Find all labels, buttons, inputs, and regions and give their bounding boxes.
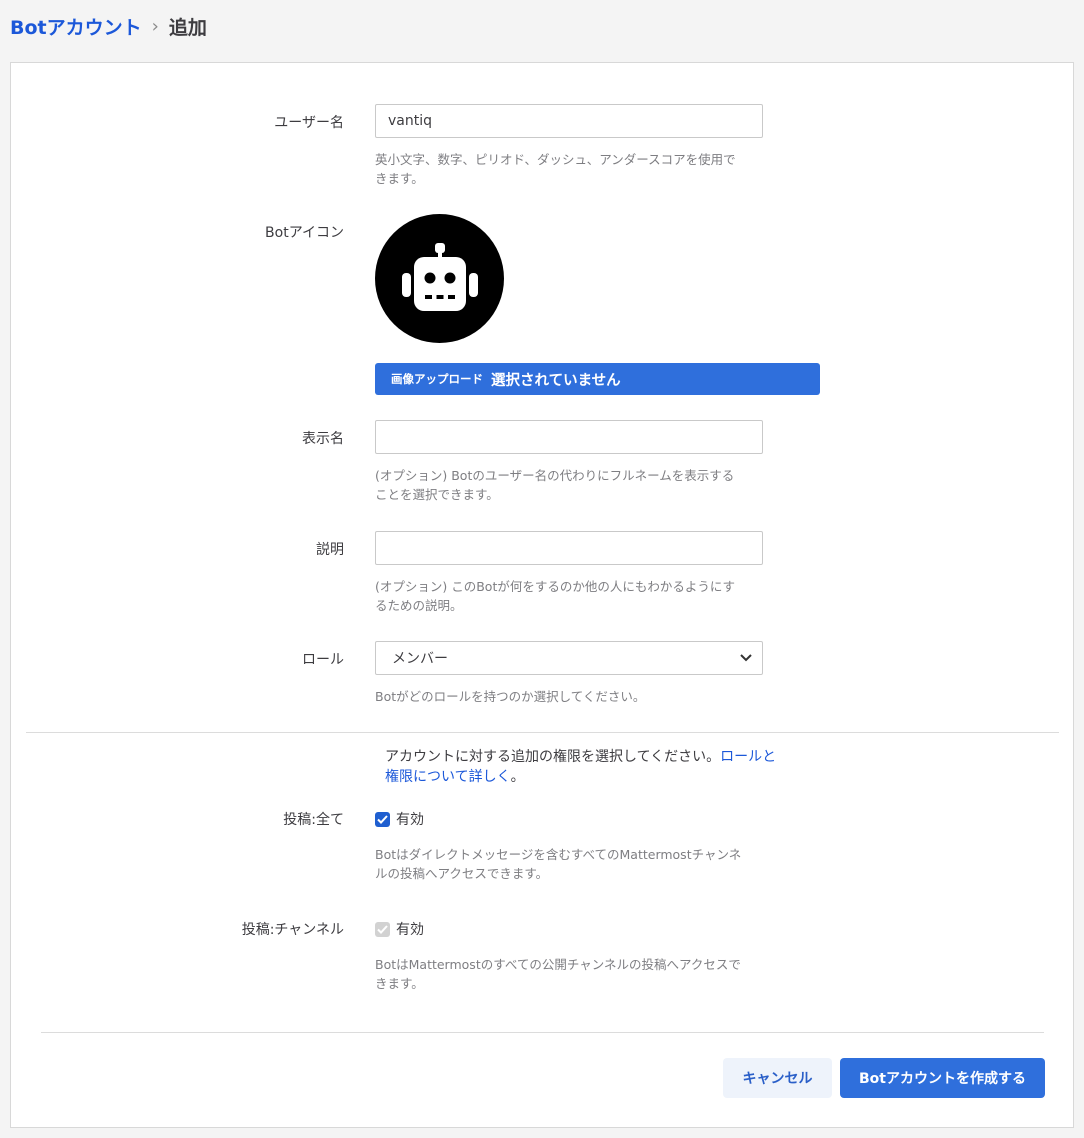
post-channels-checkbox-row: 有効 xyxy=(375,919,767,939)
display-name-help-line1: (オプション) Botのユーザー名の代わりにフルネームを表示する xyxy=(375,468,735,483)
post-channels-checkbox xyxy=(375,921,390,937)
footer-divider xyxy=(41,1032,1044,1033)
display-name-group: (オプション) Botのユーザー名の代わりにフルネームを表示する ことを選択でき… xyxy=(375,420,767,504)
page-title: 追加 xyxy=(168,16,207,39)
post-channels-help-line2: きます。 xyxy=(375,976,424,991)
post-all-checkbox[interactable] xyxy=(375,811,390,827)
display-name-help: (オプション) Botのユーザー名の代わりにフルネームを表示する ことを選択でき… xyxy=(375,466,767,504)
post-channels-help-line1: BotはMattermostのすべての公開チャンネルの投稿へアクセスで xyxy=(375,957,741,972)
role-group: メンバー Botがどのロールを持つのか選択してください。 xyxy=(375,641,767,706)
post-all-help-line1: Botはダイレクトメッセージを含むすべてのMattermostチャンネ xyxy=(375,847,742,862)
post-channels-group: 有効 BotはMattermostのすべての公開チャンネルの投稿へアクセスで き… xyxy=(375,919,767,993)
permissions-intro: アカウントに対する追加の権限を選択してください。ロールと 権限について詳しく。 xyxy=(385,747,785,787)
bot-icon-label: Botアイコン xyxy=(265,225,344,241)
robot-icon xyxy=(401,242,478,311)
description-label: 説明 xyxy=(316,542,344,558)
post-all-checkbox-label: 有効 xyxy=(396,812,424,828)
description-help: (オプション) このBotが何をするのか他の人にもわかるようにす るための説明。 xyxy=(375,577,767,615)
role-label: ロール xyxy=(302,652,344,668)
permissions-intro-text: アカウントに対する追加の権限を選択してください。 xyxy=(385,749,721,765)
username-help-line1: 英小文字、数字、ピリオド、ダッシュ、アンダースコアを使用で xyxy=(375,152,736,167)
section-divider xyxy=(26,732,1059,733)
bot-avatar xyxy=(375,214,504,343)
check-icon xyxy=(377,814,388,824)
role-selected-value: メンバー xyxy=(392,651,448,667)
post-all-group: 有効 Botはダイレクトメッセージを含むすべてのMattermostチャンネ ル… xyxy=(375,809,767,883)
post-all-help: Botはダイレクトメッセージを含むすべてのMattermostチャンネ ルの投稿… xyxy=(375,845,767,883)
permissions-intro-end: 。 xyxy=(510,769,525,785)
username-help-line2: きます。 xyxy=(375,171,424,186)
upload-status: 選択されていません xyxy=(491,372,621,389)
username-field-group: vantiq 英小文字、数字、ピリオド、ダッシュ、アンダースコアを使用で きます… xyxy=(375,104,767,188)
post-all-label: 投稿:全て xyxy=(283,812,344,828)
description-help-line2: るための説明。 xyxy=(375,598,463,613)
roles-link-part1[interactable]: ロールと xyxy=(720,749,776,765)
description-input[interactable] xyxy=(375,531,763,565)
cancel-button[interactable]: キャンセル xyxy=(723,1058,832,1098)
breadcrumb: Botアカウント › 追加 xyxy=(10,12,207,40)
post-channels-help: BotはMattermostのすべての公開チャンネルの投稿へアクセスで きます。 xyxy=(375,955,767,993)
upload-image-label: 画像アップロード xyxy=(391,372,483,386)
post-all-checkbox-row[interactable]: 有効 xyxy=(375,809,767,829)
display-name-input[interactable] xyxy=(375,420,763,454)
username-help: 英小文字、数字、ピリオド、ダッシュ、アンダースコアを使用で きます。 xyxy=(375,150,767,188)
description-group: (オプション) このBotが何をするのか他の人にもわかるようにす るための説明。 xyxy=(375,531,767,615)
role-select[interactable]: メンバー xyxy=(375,641,763,675)
bot-icon-group: 画像アップロード 選択されていません xyxy=(375,214,820,395)
display-name-label: 表示名 xyxy=(302,431,344,447)
check-icon xyxy=(377,924,388,934)
display-name-help-line2: ことを選択できます。 xyxy=(375,487,499,502)
chevron-down-icon xyxy=(740,654,752,662)
post-channels-label: 投稿:チャンネル xyxy=(241,922,344,938)
chevron-right-icon: › xyxy=(151,15,159,37)
post-channels-checkbox-label: 有効 xyxy=(396,922,424,938)
role-help: Botがどのロールを持つのか選択してください。 xyxy=(375,689,646,704)
username-label: ユーザー名 xyxy=(274,115,344,131)
post-all-help-line2: ルの投稿へアクセスできます。 xyxy=(375,866,549,881)
breadcrumb-bot-accounts-link[interactable]: Botアカウント xyxy=(10,13,142,40)
username-input[interactable]: vantiq xyxy=(375,104,763,138)
roles-link-part2[interactable]: 権限について詳しく xyxy=(385,769,511,785)
create-bot-account-button[interactable]: Botアカウントを作成する xyxy=(840,1058,1045,1098)
bot-form-card: ユーザー名 vantiq 英小文字、数字、ピリオド、ダッシュ、アンダースコアを使… xyxy=(10,62,1074,1128)
upload-image-button[interactable]: 画像アップロード 選択されていません xyxy=(375,363,820,395)
description-help-line1: (オプション) このBotが何をするのか他の人にもわかるようにす xyxy=(375,579,735,594)
